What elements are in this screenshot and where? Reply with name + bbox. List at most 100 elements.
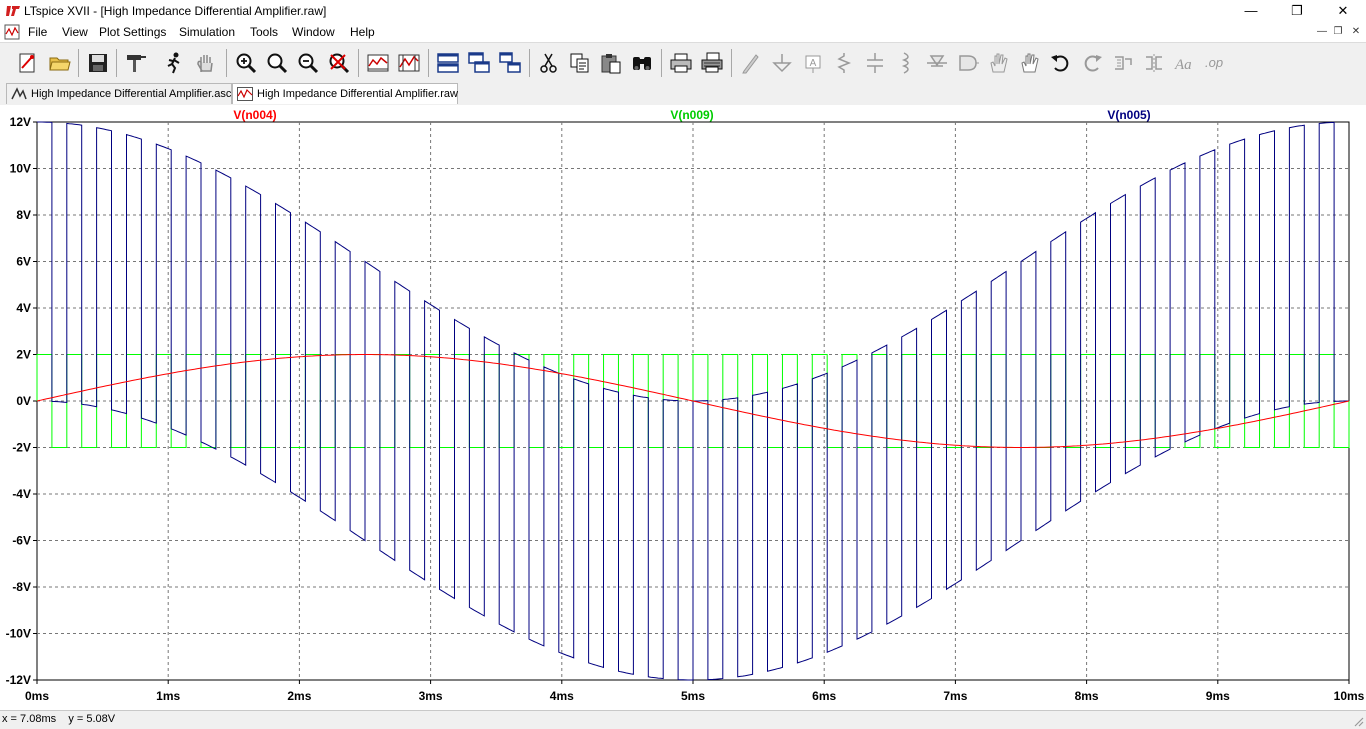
print-icon[interactable] — [669, 51, 693, 75]
rotate-icon[interactable] — [1111, 51, 1135, 75]
svg-text:A: A — [810, 58, 817, 69]
y-tick-label: -12V — [6, 673, 31, 687]
menu-window[interactable]: Window — [292, 25, 335, 39]
toolbar-separator — [529, 49, 530, 77]
label-net-icon[interactable]: A — [801, 51, 825, 75]
paste-icon[interactable] — [599, 51, 623, 75]
cut-scissors-icon[interactable] — [537, 51, 561, 75]
resize-grip-icon[interactable] — [1352, 715, 1364, 727]
zoom-to-fit-icon[interactable] — [265, 51, 289, 75]
y-tick-label: -2V — [12, 441, 31, 455]
component-icon[interactable] — [956, 51, 980, 75]
toolbar-separator — [428, 49, 429, 77]
x-tick-label: 8ms — [1075, 689, 1099, 703]
svg-text:.op: .op — [1205, 55, 1223, 70]
ltspice-logo-icon — [6, 6, 20, 16]
halt-hand-icon[interactable] — [194, 51, 218, 75]
x-tick-label: 2ms — [287, 689, 311, 703]
waveform-plot-pane[interactable]: 0ms 1ms 2ms 3ms 4ms 5ms 6ms 7ms 8ms 9ms 10ms 12V 10V… — [0, 105, 1366, 710]
toolbar-separator — [661, 49, 662, 77]
resistor-icon[interactable] — [832, 51, 856, 75]
diode-icon[interactable] — [925, 51, 949, 75]
menu-view[interactable]: View — [62, 25, 88, 39]
x-tick-label: 4ms — [550, 689, 574, 703]
x-tick-label: 1ms — [156, 689, 180, 703]
y-tick-label: 2V — [16, 348, 31, 362]
menu-bar: File View Plot Settings Simulation Tools… — [0, 22, 1366, 42]
menu-plot-settings[interactable]: Plot Settings — [99, 25, 166, 39]
plot-settings-icon[interactable] — [397, 51, 421, 75]
waveform-chart[interactable]: 0ms 1ms 2ms 3ms 4ms 5ms 6ms 7ms 8ms 9ms 10ms 12V 10V… — [0, 105, 1366, 710]
document-tab-bar: High Impedance Differential Amplifier.as… — [0, 81, 1366, 105]
find-binoculars-icon[interactable] — [630, 51, 654, 75]
mdi-close-button[interactable]: ✕ — [1348, 24, 1364, 39]
menu-simulation[interactable]: Simulation — [179, 25, 235, 39]
tab-label: High Impedance Differential Amplifier.ra… — [257, 88, 458, 100]
x-tick-label: 5ms — [681, 689, 705, 703]
tab-schematic[interactable]: High Impedance Differential Amplifier.as… — [6, 83, 232, 104]
x-tick-label: 10ms — [1334, 689, 1365, 703]
drag-hand-icon[interactable] — [1018, 51, 1042, 75]
menu-tools[interactable]: Tools — [250, 25, 278, 39]
tab-waveform[interactable]: High Impedance Differential Amplifier.ra… — [232, 83, 458, 104]
mirror-icon[interactable] — [1142, 51, 1166, 75]
inductor-icon[interactable] — [894, 51, 918, 75]
maximize-button[interactable]: ❐ — [1274, 0, 1320, 22]
y-tick-label: 12V — [10, 115, 31, 129]
menu-help[interactable]: Help — [350, 25, 375, 39]
mdi-restore-button[interactable]: ❐ — [1330, 24, 1346, 39]
tile-horizontal-icon[interactable] — [436, 51, 460, 75]
zoom-out-icon[interactable] — [296, 51, 320, 75]
x-tick-label: 7ms — [943, 689, 967, 703]
ground-icon[interactable] — [770, 51, 794, 75]
x-tick-label: 3ms — [419, 689, 443, 703]
toolbar: A Aa .op — [0, 42, 1366, 83]
autorange-icon[interactable] — [366, 51, 390, 75]
open-folder-icon[interactable] — [48, 51, 72, 75]
close-button[interactable]: ✕ — [1320, 0, 1366, 22]
cursor-readout: x = 7.08ms y = 5.08V — [2, 713, 116, 725]
y-tick-label: -10V — [6, 627, 31, 641]
move-hand-icon[interactable] — [987, 51, 1011, 75]
capacitor-icon[interactable] — [863, 51, 887, 75]
trace-label[interactable]: V(n004) — [233, 108, 276, 122]
control-panel-hammer-icon[interactable] — [124, 51, 148, 75]
window-title: LTspice XVII - [High Impedance Different… — [24, 4, 327, 18]
draw-wire-pencil-icon[interactable] — [739, 51, 763, 75]
cancel-zoom-icon[interactable] — [327, 51, 351, 75]
redo-icon[interactable] — [1080, 51, 1104, 75]
waveform-document-icon[interactable] — [4, 24, 20, 40]
menu-file[interactable]: File — [28, 25, 47, 39]
cascade-windows-icon[interactable] — [467, 51, 491, 75]
print-setup-icon[interactable] — [700, 51, 724, 75]
status-bar: x = 7.08ms y = 5.08V — [0, 710, 1366, 729]
y-tick-label: 8V — [16, 208, 31, 222]
y-tick-label: -8V — [12, 580, 31, 594]
copy-icon[interactable] — [568, 51, 592, 75]
y-tick-label: 4V — [16, 301, 31, 315]
minimize-button[interactable]: — — [1228, 0, 1274, 22]
spice-directive-icon[interactable]: .op — [1204, 51, 1228, 75]
mdi-minimize-button[interactable]: — — [1314, 24, 1330, 39]
y-tick-label: 0V — [16, 394, 31, 408]
y-tick-label: -6V — [12, 534, 31, 548]
x-tick-label: 9ms — [1206, 689, 1230, 703]
toolbar-separator — [731, 49, 732, 77]
new-schematic-icon[interactable] — [16, 51, 40, 75]
tab-label: High Impedance Differential Amplifier.as… — [31, 88, 232, 100]
save-icon[interactable] — [86, 51, 110, 75]
trace-label[interactable]: V(n005) — [1107, 108, 1150, 122]
svg-text:Aa: Aa — [1174, 57, 1192, 73]
y-tick-label: 6V — [16, 255, 31, 269]
zoom-in-icon[interactable] — [234, 51, 258, 75]
schematic-icon — [11, 87, 27, 100]
text-icon[interactable]: Aa — [1173, 51, 1197, 75]
run-icon[interactable] — [162, 51, 186, 75]
waveform-icon — [237, 87, 253, 101]
toolbar-separator — [78, 49, 79, 77]
toolbar-separator — [226, 49, 227, 77]
y-tick-label: 10V — [10, 162, 31, 176]
tile-vertical-icon[interactable] — [498, 51, 522, 75]
trace-label[interactable]: V(n009) — [670, 108, 713, 122]
undo-icon[interactable] — [1049, 51, 1073, 75]
